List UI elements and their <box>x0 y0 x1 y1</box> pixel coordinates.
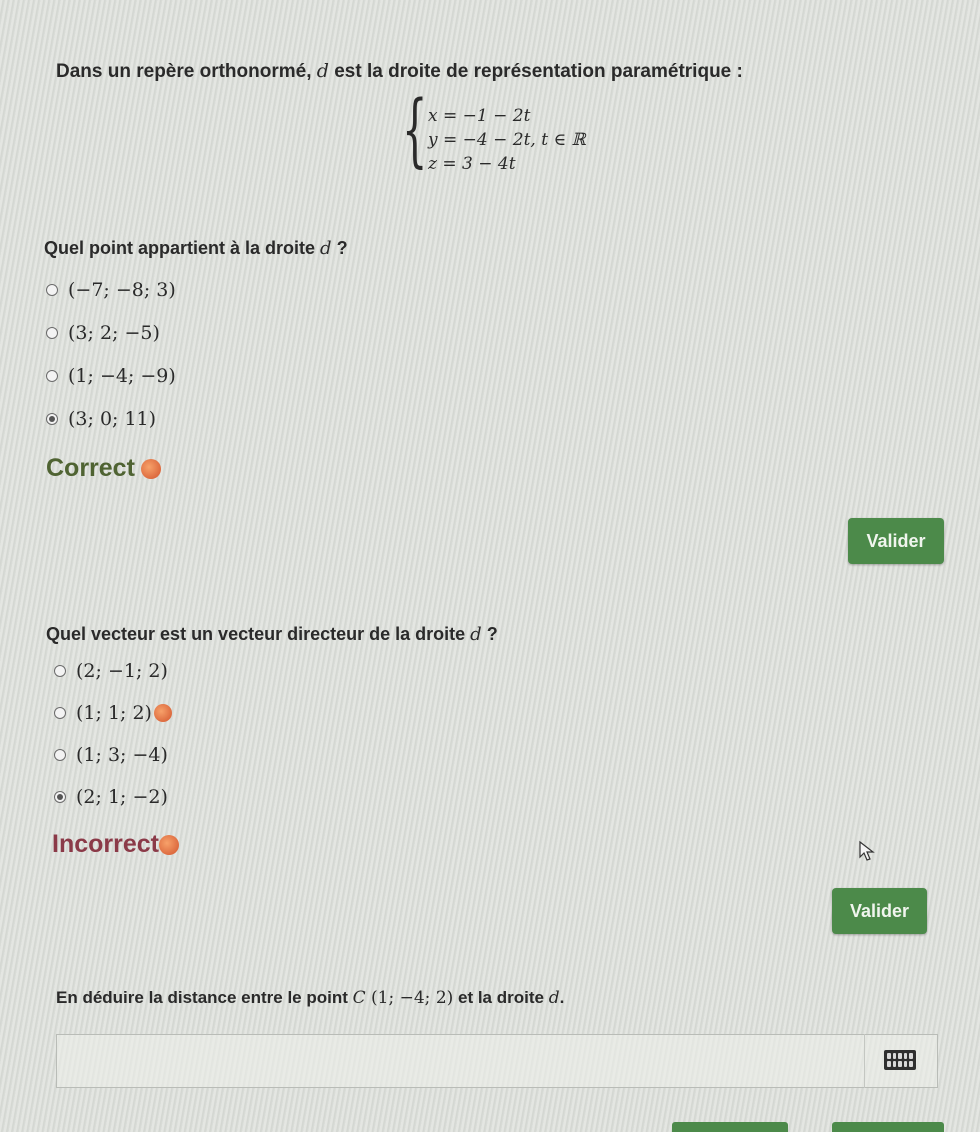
question1-option-2[interactable]: (3; 2; −5) <box>46 322 160 344</box>
question1-option-4[interactable]: (3; 0; 11) <box>46 408 156 430</box>
option-label: (1; 1; 2) <box>76 702 152 724</box>
question2-title: Quel vecteur est un vecteur directeur de… <box>46 624 498 645</box>
intro-before: Dans un repère orthonormé, <box>56 61 317 82</box>
option-label: (1; 3; −4) <box>76 744 168 766</box>
radio-button[interactable] <box>46 370 58 382</box>
feedback-badge-icon <box>158 834 179 855</box>
question1-title-after: ? <box>331 238 348 258</box>
answer-divider <box>864 1034 865 1088</box>
option-label: (3; 2; −5) <box>68 322 160 344</box>
question3-text-after: et la droite <box>453 988 549 1007</box>
option-label: (−7; −8; 3) <box>68 279 176 301</box>
question3-point-coords: (1; −4; 2) <box>365 988 454 1008</box>
keyboard-icon[interactable] <box>884 1050 916 1070</box>
question2-title-var: d <box>470 624 482 645</box>
radio-button-selected[interactable] <box>54 791 66 803</box>
question3-var: d <box>548 988 560 1008</box>
question3-title: En déduire la distance entre le point C … <box>56 988 564 1008</box>
bottom-button-partial[interactable] <box>672 1122 788 1132</box>
question1-option-3[interactable]: (1; −4; −9) <box>46 365 176 387</box>
equation-x: x = −1 − 2t <box>428 106 531 126</box>
question2-title-after: ? <box>481 624 498 644</box>
equation-z: z = 3 − 4t <box>428 154 516 174</box>
question2-option-3[interactable]: (1; 3; −4) <box>54 744 168 766</box>
question2-option-2[interactable]: (1; 1; 2) <box>54 702 172 724</box>
equation-y: y = −4 − 2t, t ∈ ℝ <box>428 130 586 150</box>
question3-point-name: C <box>352 988 366 1008</box>
question1-option-1[interactable]: (−7; −8; 3) <box>46 279 176 301</box>
system-brace: { <box>402 83 428 176</box>
question3-end: . <box>559 988 565 1007</box>
option-label: (3; 0; 11) <box>68 408 157 430</box>
radio-button[interactable] <box>54 665 66 677</box>
question1-title-before: Quel point appartient à la droite <box>44 238 321 258</box>
radio-button[interactable] <box>46 327 58 339</box>
feedback-badge-icon <box>140 458 161 479</box>
answer-input[interactable] <box>56 1034 938 1088</box>
problem-statement: Dans un repère orthonormé, d est la droi… <box>56 60 743 83</box>
line-variable: d <box>316 60 329 82</box>
question2-feedback: Incorrect <box>52 830 179 859</box>
radio-button-selected[interactable] <box>46 413 58 425</box>
radio-button[interactable] <box>54 749 66 761</box>
feedback-text: Incorrect <box>52 830 159 858</box>
question2-option-1[interactable]: (2; −1; 2) <box>54 660 168 682</box>
radio-button[interactable] <box>54 707 66 719</box>
question2-validate-button[interactable]: Valider <box>832 888 927 934</box>
option-feedback-badge-icon <box>153 704 172 722</box>
feedback-text: Correct <box>46 454 135 482</box>
question1-title: Quel point appartient à la droite d ? <box>44 238 348 259</box>
option-label: (2; −1; 2) <box>76 660 168 682</box>
mouse-cursor-icon <box>859 840 875 861</box>
radio-button[interactable] <box>46 284 58 296</box>
question1-title-var: d <box>320 238 332 259</box>
option-label: (1; −4; −9) <box>68 365 176 387</box>
page-background: Dans un repère orthonormé, d est la droi… <box>0 0 980 1132</box>
question1-validate-button[interactable]: Valider <box>848 518 944 564</box>
intro-after: est la droite de représentation paramétr… <box>328 61 743 82</box>
bottom-button-partial-2[interactable] <box>832 1122 944 1132</box>
option-label: (2; 1; −2) <box>76 786 168 808</box>
question2-title-before: Quel vecteur est un vecteur directeur de… <box>46 624 471 644</box>
question2-option-4[interactable]: (2; 1; −2) <box>54 786 168 808</box>
question3-text-before: En déduire la distance entre le point <box>56 988 353 1007</box>
question1-feedback: Correct <box>46 454 161 483</box>
